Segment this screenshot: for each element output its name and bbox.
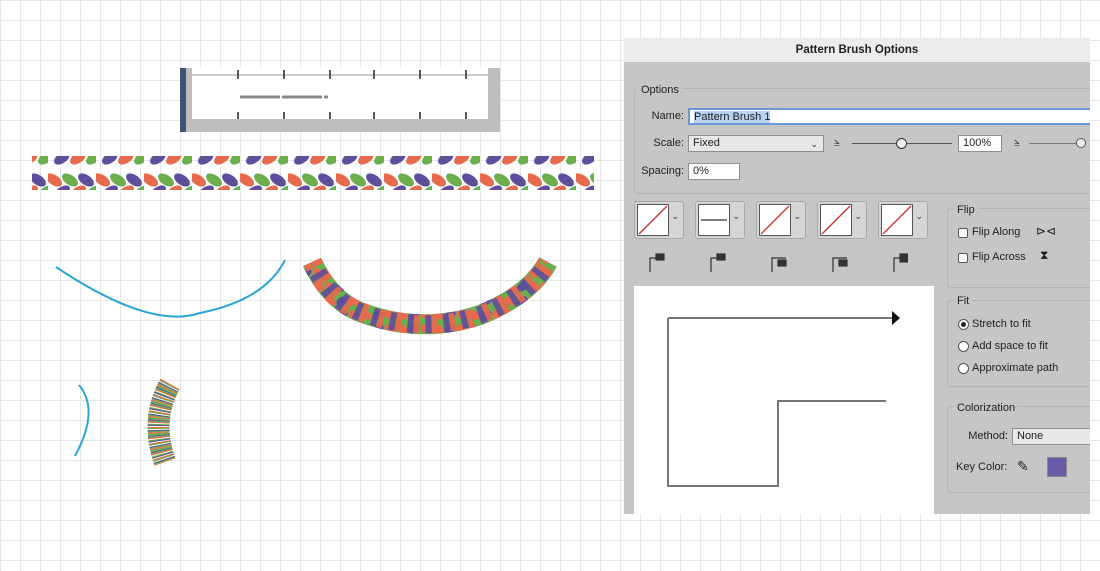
curve-path-1 — [55, 259, 286, 318]
scale-value: Fixed — [693, 137, 720, 149]
approximate-path-radio[interactable] — [958, 363, 969, 374]
stretch-to-fit-label: Stretch to fit — [972, 318, 1031, 330]
scale-percent-field[interactable]: 100% — [958, 135, 1002, 152]
flip-along-checkbox[interactable] — [958, 228, 968, 238]
chevron-down-icon: ⌄ — [915, 211, 923, 221]
spacing-value: 0% — [693, 165, 709, 177]
start-tile-button[interactable]: ⌄ — [817, 201, 867, 239]
name-field[interactable]: Pattern Brush 1 — [688, 108, 1090, 125]
pattern-brush-options-dialog: Pattern Brush Options Options Name: Patt… — [624, 38, 1090, 514]
options-legend: Options — [638, 84, 682, 96]
stretch-to-fit-radio[interactable] — [958, 319, 969, 330]
scale-select[interactable]: Fixed ⌄ — [688, 135, 824, 152]
flip-along-icon: ⊳⊲ — [1036, 224, 1057, 238]
key-color-swatch[interactable] — [1047, 457, 1067, 477]
spacing-field[interactable]: 0% — [688, 163, 740, 180]
add-space-to-fit-label: Add space to fit — [972, 340, 1048, 352]
no-tile-icon — [759, 204, 791, 236]
spacing-label: Spacing: — [641, 165, 684, 177]
side-tile-icon — [649, 253, 665, 272]
colorization-legend: Colorization — [954, 402, 1019, 414]
flip-legend: Flip — [954, 204, 978, 216]
no-tile-icon — [637, 204, 669, 236]
chevron-down-icon: ⌄ — [793, 211, 801, 221]
flip-group — [947, 208, 1090, 288]
scale-label: Scale: — [653, 137, 684, 149]
approximate-path-label: Approximate path — [972, 362, 1059, 374]
fit-legend: Fit — [954, 295, 973, 307]
side-tile-button[interactable]: ⌄ — [634, 201, 684, 239]
scale-slider-thumb[interactable] — [896, 138, 907, 149]
tile-type-icons — [649, 253, 908, 272]
add-space-to-fit-radio[interactable] — [958, 341, 969, 352]
scale-max-slider[interactable] — [1029, 143, 1079, 144]
name-value: Pattern Brush 1 — [694, 111, 771, 123]
colorization-group — [947, 406, 1090, 493]
inner-corner-tile-button[interactable]: ⌄ — [756, 201, 806, 239]
end-tile-button[interactable]: ⌄ — [878, 201, 928, 239]
name-label: Name: — [651, 110, 684, 122]
eyedropper-icon[interactable]: ✎ — [1017, 458, 1029, 475]
tile-preview-icon — [698, 204, 730, 236]
preview-path — [667, 311, 900, 487]
dialog-title: Pattern Brush Options — [624, 38, 1090, 62]
inner-corner-tile-icon — [771, 257, 787, 272]
flip-along-label: Flip Along — [972, 226, 1021, 238]
scale-min-icon: ⦥ — [834, 136, 840, 147]
curve-path-2 — [74, 384, 90, 457]
chevron-down-icon: ⌄ — [671, 211, 679, 221]
no-tile-icon — [820, 204, 852, 236]
flip-across-icon: ⧗ — [1040, 248, 1049, 262]
brush-preview — [634, 286, 934, 514]
chevron-down-icon: ⌄ — [810, 139, 818, 149]
braid-straight — [32, 156, 594, 190]
end-tile-icon — [893, 253, 908, 272]
method-label: Method: — [968, 430, 1008, 442]
chevron-down-icon: ⌄ — [854, 211, 862, 221]
method-select[interactable]: None — [1012, 428, 1090, 445]
scale-max-icon: ⦥ — [1014, 136, 1020, 147]
method-value: None — [1017, 430, 1044, 442]
key-color-label: Key Color: — [956, 461, 1008, 473]
pattern-tile-preview — [180, 68, 500, 132]
start-tile-icon — [832, 257, 848, 272]
no-tile-icon — [881, 204, 913, 236]
chevron-down-icon: ⌄ — [732, 211, 740, 221]
scale-percent: 100% — [963, 137, 992, 149]
outer-corner-tile-icon — [710, 253, 726, 272]
flip-across-label: Flip Across — [972, 251, 1026, 263]
outer-corner-tile-button[interactable]: ⌄ — [695, 201, 745, 239]
flip-across-checkbox[interactable] — [958, 253, 968, 263]
scale-max-slider-thumb[interactable] — [1076, 138, 1086, 148]
